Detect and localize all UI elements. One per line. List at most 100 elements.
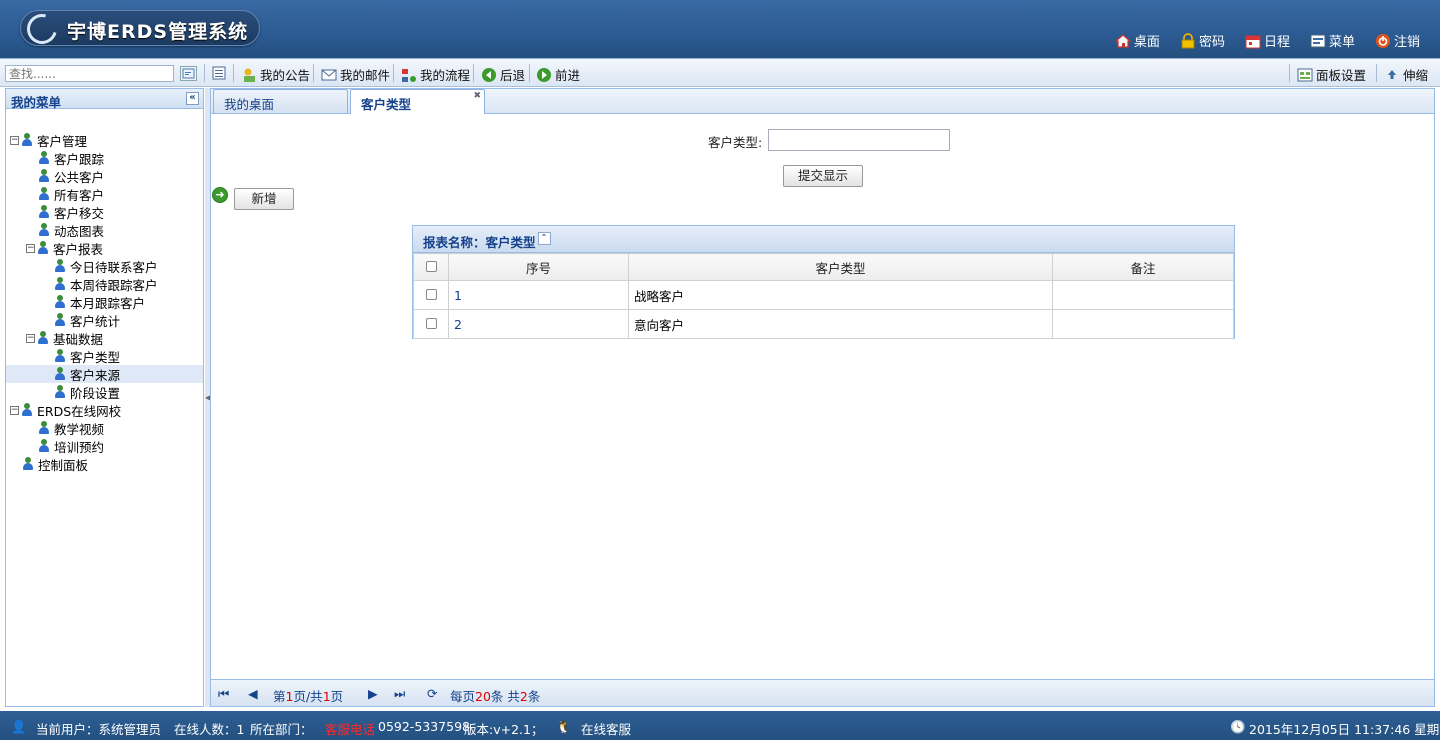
search-button[interactable] [180, 66, 197, 81]
my-mail-button[interactable]: 我的邮件 [321, 65, 390, 84]
my-notice-button[interactable]: 我的公告 [241, 65, 310, 84]
grid-table: 序号 客户类型 备注 1 战略客户 2 意向客户 [413, 253, 1234, 339]
node-icon [54, 277, 66, 291]
row-select-cell [413, 309, 449, 339]
node-icon [54, 313, 66, 327]
tree-node[interactable]: 今日待联系客户 [54, 257, 158, 275]
main-panel: 我的桌面 客户类型 ✖ 客户类型: 提交显示 ➜ 新增 报表名称：客户类型 ⌃ 序号… [210, 88, 1435, 707]
tab-my-desktop[interactable]: 我的桌面 [213, 89, 348, 113]
tree-node[interactable]: 客户跟踪 [38, 149, 104, 167]
nav-desktop-label: 桌面 [1133, 35, 1160, 50]
customer-type-input[interactable] [768, 129, 950, 151]
nav-schedule[interactable]: 日程 [1245, 31, 1290, 50]
tab-label: 我的桌面 [224, 97, 275, 112]
tree-node[interactable]: 客户类型 [54, 347, 120, 365]
table-row[interactable]: 2 意向客户 [413, 309, 1234, 339]
column-header[interactable]: 备注 [1052, 253, 1234, 281]
tree-node[interactable]: 教学视频 [38, 419, 104, 437]
search-icon [182, 68, 195, 79]
first-page-icon[interactable]: ⏮ [218, 686, 229, 702]
collapse-toggle-icon[interactable]: − [10, 135, 19, 145]
menu-search-input[interactable] [5, 65, 174, 82]
collapse-toggle-icon[interactable]: − [26, 243, 35, 253]
select-all-checkbox[interactable] [425, 260, 437, 272]
panel-settings-button[interactable]: 面板设置 [1297, 65, 1366, 84]
row-checkbox[interactable] [425, 288, 437, 300]
tree-node[interactable]: 客户统计 [54, 311, 120, 329]
app-logo: 宇博ERDS管理系统 [20, 8, 260, 50]
online-count: 在线人数：1 [174, 722, 245, 737]
tree-node[interactable]: − 客户报表 [26, 239, 103, 257]
tree-node[interactable]: − 客户管理 [10, 131, 87, 149]
tree-node-label: 客户管理 [37, 133, 88, 149]
shrink-button[interactable]: 伸缩 [1384, 65, 1428, 84]
nav-menu[interactable]: 菜单 [1310, 31, 1355, 50]
select-all-cell [413, 253, 449, 281]
tree-node-label: 公共客户 [54, 169, 105, 185]
header-bar: 宇博ERDS管理系统 桌面 密码 日程 菜单 注销 [0, 0, 1440, 58]
tree-node-label: 客户类型 [70, 349, 121, 365]
column-header[interactable]: 序号 [448, 253, 629, 281]
main-toolbar: 我的公告 我的邮件 我的流程 后退 前进 面板设置 伸缩 [0, 58, 1440, 87]
collapse-toggle-icon[interactable]: − [10, 405, 19, 415]
row-customer-type[interactable]: 意向客户 [628, 309, 1053, 339]
last-page-icon[interactable]: ⏭ [394, 686, 405, 702]
tree-node-label: 控制面板 [38, 457, 89, 473]
notice-icon [244, 68, 255, 82]
menu-panel-title: 我的菜单 [11, 95, 62, 110]
nav-logout[interactable]: 注销 [1375, 31, 1420, 50]
back-button[interactable]: 后退 [481, 65, 525, 84]
close-tab-icon[interactable]: ✖ [473, 91, 481, 101]
forward-button[interactable]: 前进 [536, 65, 580, 84]
tree-node-selected[interactable]: 客户来源 [6, 365, 203, 383]
tree-node[interactable]: 客户移交 [38, 203, 104, 221]
left-menu-panel: 我的菜单 « − 客户管理 客户跟踪 公共客户 所有客户 客户移交 动态图表 − 客… [5, 88, 204, 707]
version: 版本:v+2.1； [464, 722, 544, 737]
refresh-icon[interactable]: ⟳ [427, 686, 437, 701]
collapse-up-icon[interactable]: ⌃ [537, 232, 551, 245]
nav-logout-label: 注销 [1393, 35, 1420, 50]
row-customer-type[interactable]: 战略客户 [628, 280, 1053, 310]
tree-node-label: 培训预约 [54, 439, 105, 455]
panel-settings-icon [1297, 68, 1313, 81]
customer-type-label: 客户类型: [708, 135, 763, 150]
tree-node[interactable]: − ERDS在线网校 [10, 401, 121, 419]
my-flow-button[interactable]: 我的流程 [401, 65, 470, 84]
row-checkbox[interactable] [425, 317, 437, 329]
flow-icon [402, 68, 416, 82]
list-toggle-button[interactable] [211, 65, 230, 81]
page-size-info: 每页20条 共2条 [450, 689, 541, 704]
tree-node[interactable]: 控制面板 [22, 455, 88, 473]
tree-node-label: 客户移交 [54, 205, 105, 221]
tree-node[interactable]: 阶段设置 [54, 383, 120, 401]
node-icon [54, 295, 66, 309]
my-mail-label: 我的邮件 [340, 68, 391, 83]
tree-node[interactable]: 动态图表 [38, 221, 104, 239]
nav-password[interactable]: 密码 [1180, 31, 1225, 50]
tree-node[interactable]: 培训预约 [38, 437, 104, 455]
toolbar-separator [233, 64, 234, 82]
collapse-panel-button[interactable]: « [186, 92, 199, 105]
next-page-icon[interactable]: ▶ [368, 686, 378, 701]
current-user: 当前用户：系统管理员 [36, 722, 162, 737]
nav-desktop[interactable]: 桌面 [1114, 31, 1160, 50]
tree-node[interactable]: 公共客户 [38, 167, 104, 185]
online-service-link[interactable]: 在线客服 [581, 719, 631, 738]
mail-icon [321, 69, 337, 80]
tree-node[interactable]: − 基础数据 [26, 329, 103, 347]
add-button[interactable]: 新增 [234, 188, 294, 210]
shrink-label: 伸缩 [1403, 68, 1429, 83]
node-icon [37, 241, 49, 255]
node-icon [38, 187, 50, 201]
tree-node[interactable]: 本周待跟踪客户 [54, 275, 158, 293]
tab-customer-type[interactable]: 客户类型 ✖ [350, 89, 485, 114]
tree-node-label: 阶段设置 [70, 385, 121, 401]
tree-node[interactable]: 本月跟踪客户 [54, 293, 145, 311]
submit-button[interactable]: 提交显示 [783, 165, 863, 187]
table-row[interactable]: 1 战略客户 [413, 280, 1234, 310]
tree-node[interactable]: 所有客户 [38, 185, 104, 203]
prev-page-icon[interactable]: ◀ [248, 686, 258, 701]
collapse-toggle-icon[interactable]: − [26, 333, 35, 343]
column-header[interactable]: 客户类型 [628, 253, 1053, 281]
power-icon [1375, 33, 1390, 48]
